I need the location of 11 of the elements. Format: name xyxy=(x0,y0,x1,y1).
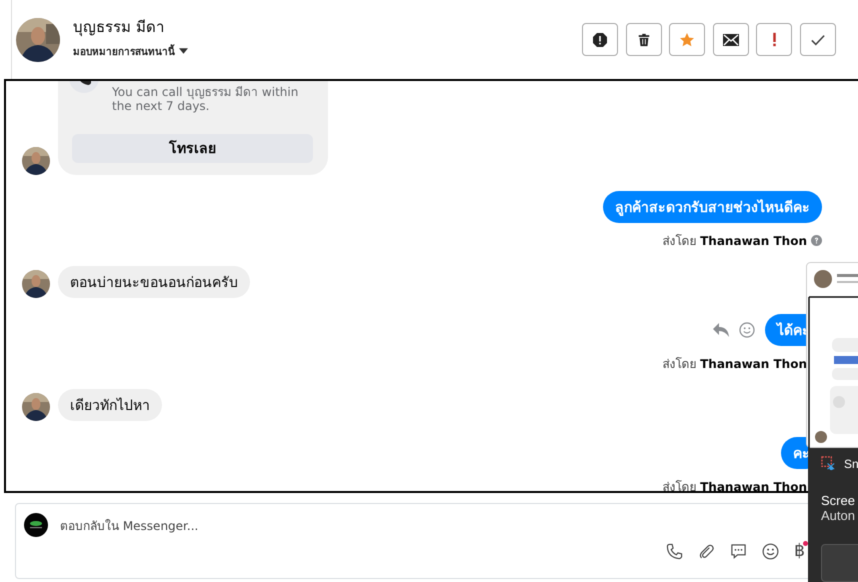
notification-text: Auton xyxy=(821,508,856,523)
notification-app-name: Sn xyxy=(844,456,858,470)
sender-label: ส่งโดย Thanawan Thon xyxy=(662,232,807,250)
message-bubble: เดียวทักไปหา xyxy=(58,388,162,421)
message-bubble: ลูกค้าสะดวกรับสายช่วงไหนดีคะ xyxy=(603,190,822,223)
sender-label: ส่งโดย Thanawan Thon xyxy=(662,478,807,491)
sender-label: ส่งโดย Thanawan Thon xyxy=(662,356,807,373)
contact-name: บุญธรรม มีดา xyxy=(73,16,165,38)
call-info-text: You can call บุญธรรม มีดา within the next 7 days. xyxy=(112,85,300,114)
message-bubble: ตอนบ่ายนะขอนอนก่อนครับ xyxy=(58,266,250,298)
reply-placeholder: ตอบกลับใน Messenger... xyxy=(60,518,198,534)
